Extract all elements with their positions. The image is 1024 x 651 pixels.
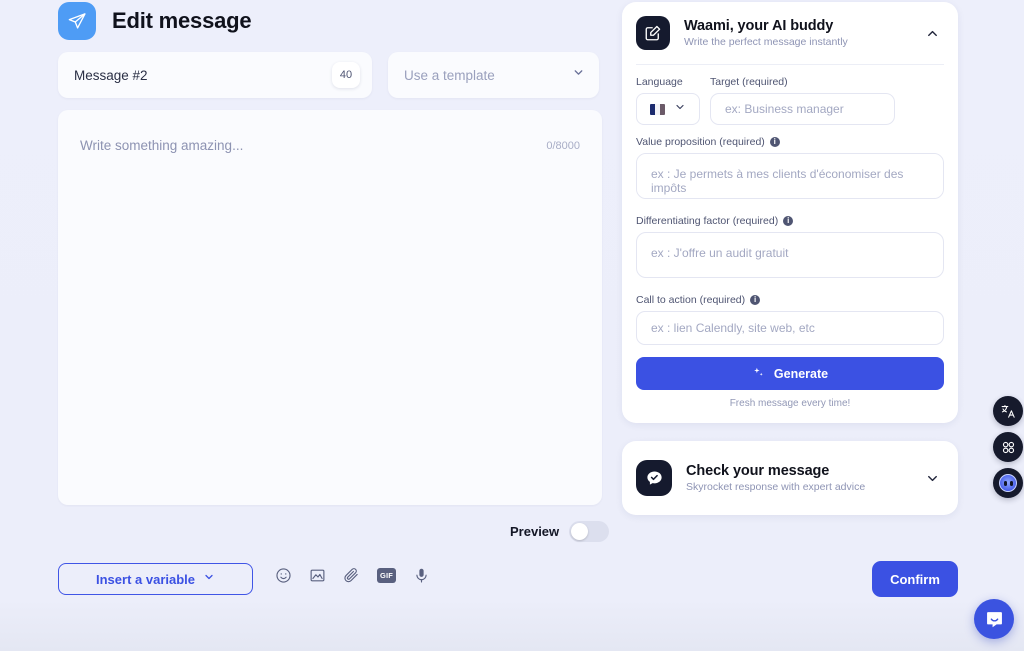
avatar-eye xyxy=(1009,480,1013,486)
editor-tool-icons: GIF xyxy=(275,567,430,584)
message-delay-badge: 40 xyxy=(332,62,360,88)
insert-variable-label: Insert a variable xyxy=(96,571,195,587)
chevron-down-icon xyxy=(674,100,686,118)
value-proposition-label-text: Value proposition (required) xyxy=(636,136,765,148)
message-meta-row: Message #2 40 Use a template xyxy=(58,52,602,98)
differentiating-factor-label-text: Differentiating factor (required) xyxy=(636,215,779,227)
character-counter: 0/8000 xyxy=(546,140,580,152)
info-icon[interactable]: i xyxy=(769,137,780,147)
language-label: Language xyxy=(636,76,683,88)
chevron-down-icon[interactable] xyxy=(925,471,940,491)
differentiating-factor-block: Differentiating factor (required) i xyxy=(636,215,944,283)
message-name-value: Message #2 xyxy=(74,67,148,83)
assistant-avatar-icon[interactable] xyxy=(993,468,1023,498)
preview-toggle-knob xyxy=(571,523,589,540)
check-message-title: Check your message xyxy=(686,463,830,479)
info-icon[interactable]: i xyxy=(750,295,761,305)
waami-subtitle: Write the perfect message instantly xyxy=(684,36,848,48)
value-proposition-label: Value proposition (required) i xyxy=(636,136,944,148)
check-message-header[interactable]: Check your message Skyrocket response wi… xyxy=(622,441,958,515)
check-message-card[interactable]: Check your message Skyrocket response wi… xyxy=(622,441,958,515)
preview-label: Preview xyxy=(510,524,560,539)
flag-fr-icon xyxy=(650,103,665,115)
apps-grid-icon[interactable] xyxy=(993,432,1023,462)
emoji-icon[interactable] xyxy=(275,567,292,584)
compose-icon xyxy=(636,16,670,50)
call-to-action-block: Call to action (required) i xyxy=(636,294,944,345)
insert-variable-button[interactable]: Insert a variable xyxy=(58,563,253,595)
attachment-icon[interactable] xyxy=(343,567,360,584)
chevron-up-icon[interactable] xyxy=(925,26,940,46)
waami-card: Waami, your AI buddy Write the perfect m… xyxy=(622,2,958,423)
differentiating-factor-label: Differentiating factor (required) i xyxy=(636,215,944,227)
template-select-placeholder: Use a template xyxy=(404,67,495,83)
call-to-action-label-text: Call to action (required) xyxy=(636,294,746,306)
generate-note: Fresh message every time! xyxy=(729,398,851,409)
target-label: Target (required) xyxy=(710,76,788,88)
language-target-row: Language Target (required) xyxy=(636,76,944,125)
chat-check-icon xyxy=(636,460,672,496)
gif-icon[interactable]: GIF xyxy=(377,568,396,583)
avatar-eye xyxy=(1003,480,1007,486)
value-proposition-block: Value proposition (required) i xyxy=(636,136,944,204)
chevron-down-icon xyxy=(203,570,215,588)
page-header: Edit message xyxy=(58,2,252,40)
confirm-button[interactable]: Confirm xyxy=(872,561,958,597)
preview-toggle-row: Preview xyxy=(510,521,610,542)
send-icon xyxy=(58,2,96,40)
message-body-editor[interactable]: Write something amazing... 0/8000 xyxy=(58,110,602,505)
generate-button-label: Generate xyxy=(773,366,829,381)
chevron-down-icon xyxy=(572,66,585,84)
message-name-field[interactable]: Message #2 40 xyxy=(58,52,372,98)
waami-form: Language Target (required) Value proposi… xyxy=(622,65,958,423)
check-message-subtitle: Skyrocket response with expert advice xyxy=(686,481,866,493)
template-select[interactable]: Use a template xyxy=(388,52,599,98)
waami-title: Waami, your AI buddy xyxy=(684,18,834,34)
waami-card-header[interactable]: Waami, your AI buddy Write the perfect m… xyxy=(622,2,958,64)
message-editor-panel: Message #2 40 Use a template Write somet… xyxy=(58,52,602,505)
value-proposition-input[interactable] xyxy=(636,153,944,199)
call-to-action-label: Call to action (required) i xyxy=(636,294,944,306)
call-to-action-input[interactable] xyxy=(636,311,944,345)
language-select[interactable] xyxy=(636,93,700,125)
page-title: Edit message xyxy=(112,8,252,33)
info-icon[interactable]: i xyxy=(783,216,794,226)
differentiating-factor-input[interactable] xyxy=(636,232,944,278)
avatar xyxy=(999,474,1017,492)
preview-toggle[interactable] xyxy=(569,521,610,542)
sparkle-icon xyxy=(752,366,765,382)
translate-icon[interactable] xyxy=(993,396,1023,426)
gif-icon-label: GIF xyxy=(377,568,396,583)
intercom-chat-icon[interactable] xyxy=(974,599,1014,639)
generate-button[interactable]: Generate xyxy=(636,357,944,390)
target-input[interactable] xyxy=(710,93,895,125)
assistant-panel: Waami, your AI buddy Write the perfect m… xyxy=(622,2,958,515)
voice-record-icon[interactable] xyxy=(413,567,430,584)
floating-tool-stack xyxy=(993,396,1023,498)
message-body-placeholder: Write something amazing... xyxy=(80,138,244,153)
image-icon[interactable] xyxy=(309,567,326,584)
